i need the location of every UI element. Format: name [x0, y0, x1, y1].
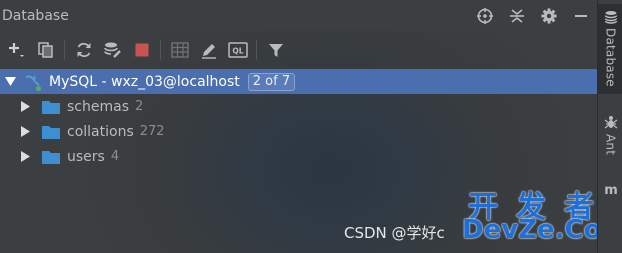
tree-row-schemas[interactable]: schemas 2	[0, 94, 597, 119]
stop-icon[interactable]	[127, 36, 156, 64]
target-icon[interactable]	[469, 0, 501, 31]
copy-icon[interactable]	[31, 36, 60, 64]
table-icon[interactable]	[165, 36, 194, 64]
schema-count-badge[interactable]: 2 of 7	[247, 72, 296, 91]
toolbar-separator	[160, 40, 161, 60]
header-actions	[469, 0, 597, 31]
side-tab-maven[interactable]: m	[598, 178, 622, 208]
database-tree: MySQL - wxz_03@localhost 2 of 7 schemas …	[0, 69, 597, 169]
toolbar-separator	[256, 40, 257, 60]
tree-node-label: schemas	[67, 98, 129, 115]
tree-row-connection[interactable]: MySQL - wxz_03@localhost 2 of 7	[0, 69, 597, 94]
collapsed-arrow-icon[interactable]	[19, 151, 31, 163]
folder-icon	[41, 124, 61, 140]
edit-icon[interactable]	[194, 36, 223, 64]
side-tab-label: Database	[603, 28, 618, 87]
side-tab-database[interactable]: Database	[598, 4, 622, 94]
tree-row-collations[interactable]: collations 272	[0, 119, 597, 144]
collapsed-arrow-icon[interactable]	[19, 126, 31, 138]
side-tab-label: Ant	[603, 134, 618, 156]
side-tab-ant[interactable]: Ant	[598, 108, 622, 164]
database-icon	[604, 10, 618, 24]
gear-icon[interactable]	[533, 0, 565, 31]
maven-icon-text: m	[604, 183, 618, 196]
data-source-properties-icon[interactable]	[98, 36, 127, 64]
toolbar: QL	[0, 34, 597, 66]
tree-node-count: 2	[135, 99, 144, 114]
right-tool-strip: Database Ant m	[597, 0, 622, 253]
tree-node-count: 4	[110, 149, 120, 164]
refresh-icon[interactable]	[69, 36, 98, 64]
folder-icon	[41, 99, 61, 115]
database-tool-window: Database QL MySQL - wxz_03@localhost 2 o…	[0, 0, 597, 253]
tree-node-label: collations	[67, 123, 134, 140]
maven-icon: m	[603, 182, 619, 196]
tree-node-label: users	[67, 148, 105, 165]
filter-icon[interactable]	[261, 36, 290, 64]
csdn-watermark: CSDN @学好c	[344, 224, 445, 242]
sql-console-icon-text: QL	[232, 47, 243, 56]
toolbar-separator	[64, 40, 65, 60]
devze-watermark-en: DevZe.CoM	[462, 215, 597, 245]
add-icon[interactable]	[2, 36, 31, 64]
minimize-icon[interactable]	[565, 0, 597, 31]
tree-row-users[interactable]: users 4	[0, 144, 597, 169]
tree-node-count: 272	[139, 124, 165, 139]
mysql-dolphin-icon	[23, 72, 43, 92]
tool-window-header: Database	[0, 0, 597, 31]
ant-icon	[603, 114, 619, 130]
tool-window-title: Database	[2, 7, 69, 24]
folder-icon	[41, 149, 61, 165]
collapse-all-icon[interactable]	[501, 0, 533, 31]
expand-arrow-icon[interactable]	[4, 76, 16, 88]
sql-console-icon[interactable]: QL	[223, 36, 252, 64]
collapsed-arrow-icon[interactable]	[19, 101, 31, 113]
connection-label: MySQL - wxz_03@localhost	[49, 73, 240, 90]
